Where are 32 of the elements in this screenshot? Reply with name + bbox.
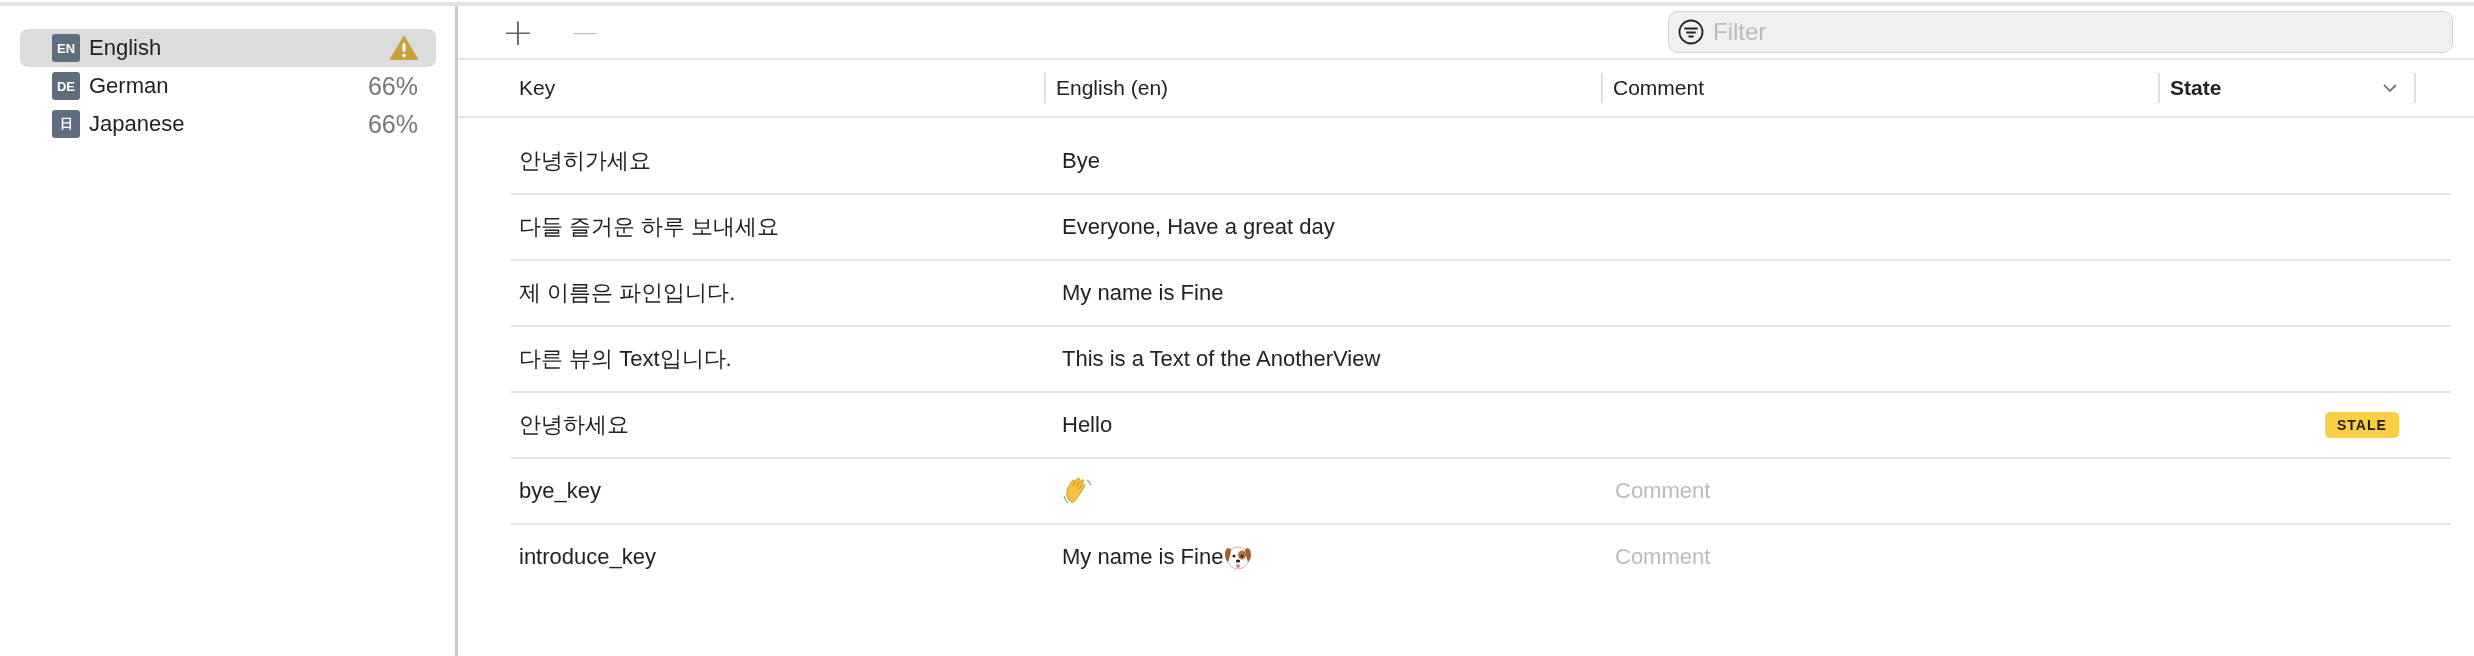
comment-field[interactable]: Comment — [1615, 544, 1915, 570]
key-cell-text: 안녕하세요 — [518, 411, 630, 439]
comment-field[interactable]: Comment — [1615, 478, 1915, 504]
translation-cell-text: Bye — [1061, 148, 1101, 174]
language-item[interactable]: DE German 66% — [20, 67, 436, 105]
key-cell-text: 다들 즐거운 하루 보내세요 — [518, 213, 781, 241]
key-cell-text: 안녕히가세요 — [518, 147, 652, 175]
progress-text: 66% — [367, 71, 418, 101]
waving-hand-icon — [1062, 476, 1092, 506]
column-header[interactable]: Comment — [1601, 73, 2158, 103]
column-header[interactable]: English (en) — [1044, 73, 1601, 103]
language-code-badge: DE — [52, 72, 80, 100]
language-item[interactable]: 日 Japanese 66% — [20, 105, 436, 143]
translation-cell-text: Hello — [1061, 412, 1114, 438]
language-code-badge: 日 — [52, 110, 80, 138]
add-button[interactable]: + — [498, 13, 538, 51]
key-cell-text: 제 이름은 파인입니다. — [518, 279, 737, 307]
column-header[interactable]: Key — [458, 73, 1044, 103]
chevron-down-icon — [2382, 83, 2398, 93]
key-cell-text: 다른 뷰의 Text입니다. — [518, 345, 733, 373]
language-code-badge: EN — [52, 34, 80, 62]
key-cell-text: bye_key — [518, 478, 602, 504]
column-header[interactable]: State — [2158, 73, 2414, 103]
translation-cell-text: Everyone, Have a great day — [1061, 214, 1336, 240]
progress-text: 66% — [367, 109, 418, 139]
filter-icon — [1678, 19, 1704, 45]
language-item[interactable]: EN English — [20, 29, 436, 67]
state-badge: STALE — [2325, 412, 2399, 438]
translation-cell-text: This is a Text of the AnotherView — [1061, 346, 1382, 372]
translation-cell-text: My name is Fine — [1061, 280, 1225, 306]
translation-text: My name is Fine — [1062, 544, 1224, 570]
key-cell-text: introduce_key — [518, 544, 657, 570]
